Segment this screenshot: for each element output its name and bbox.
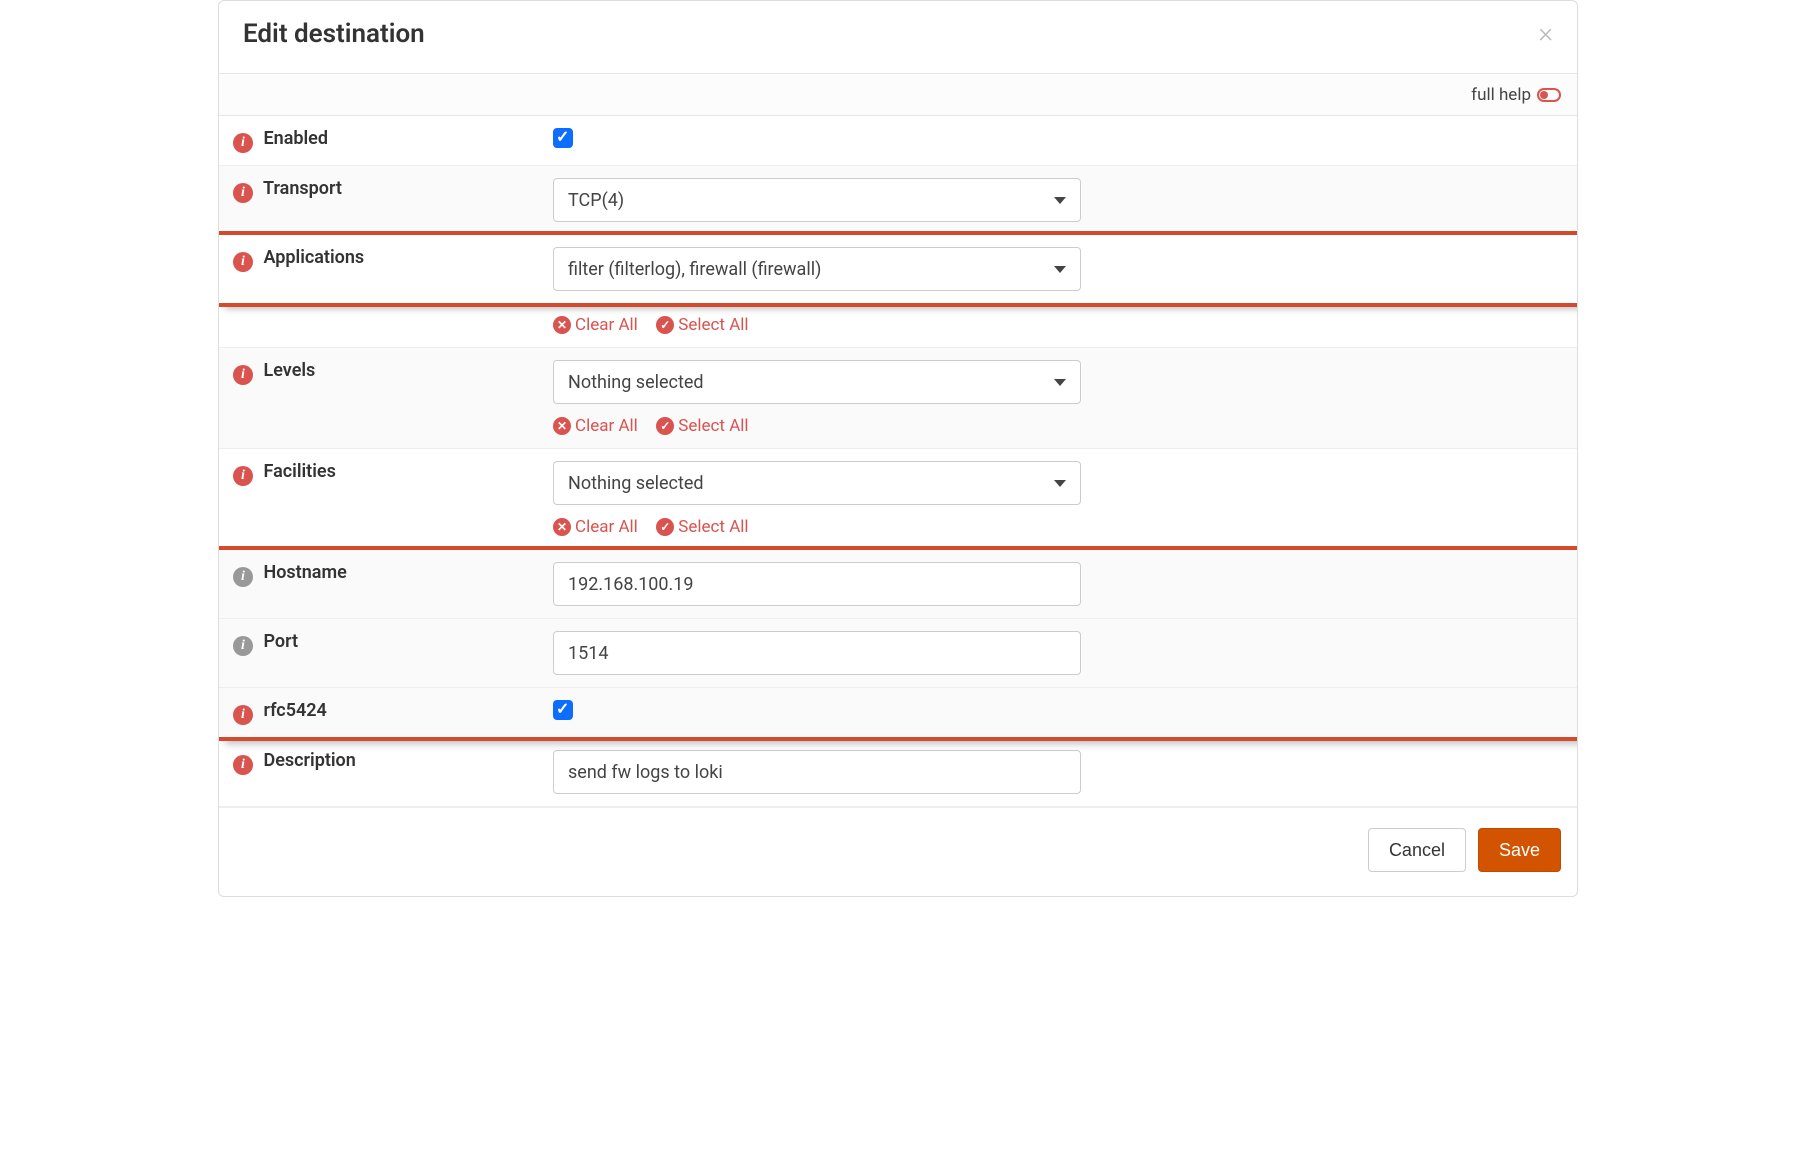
full-help-label: full help — [1471, 85, 1531, 105]
clear-icon: ✕ — [553, 518, 571, 536]
description-value: send fw logs to loki — [568, 762, 723, 783]
label-transport: Transport — [263, 178, 342, 199]
chevron-down-icon — [1054, 480, 1066, 487]
info-icon[interactable]: i — [233, 133, 253, 153]
transport-select[interactable]: TCP(4) — [553, 178, 1081, 222]
label-rfc5424: rfc5424 — [263, 700, 326, 721]
check-icon: ✓ — [656, 417, 674, 435]
save-button[interactable]: Save — [1478, 828, 1561, 872]
hostname-value: 192.168.100.19 — [568, 574, 694, 595]
row-transport: i Transport TCP(4) — [219, 166, 1577, 235]
label-description: Description — [263, 750, 355, 771]
chevron-down-icon — [1054, 379, 1066, 386]
port-input[interactable]: 1514 — [553, 631, 1081, 675]
applications-clear-all[interactable]: ✕ Clear All — [553, 315, 638, 335]
info-icon[interactable]: i — [233, 466, 253, 486]
form-table: i Enabled i Transport TCP(4) — [219, 116, 1577, 807]
rfc5424-checkbox[interactable] — [553, 700, 573, 720]
applications-value: filter (filterlog), firewall (firewall) — [568, 259, 821, 280]
cancel-button[interactable]: Cancel — [1368, 828, 1466, 872]
chevron-down-icon — [1054, 266, 1066, 273]
label-hostname: Hostname — [263, 562, 346, 583]
info-icon[interactable]: i — [233, 252, 253, 272]
close-icon[interactable]: × — [1538, 19, 1553, 47]
row-levels: i Levels Nothing selected ✕ Clear All ✓ … — [219, 348, 1577, 449]
row-applications: i Applications filter (filterlog), firew… — [219, 235, 1577, 348]
info-icon[interactable]: i — [233, 567, 253, 587]
help-bar: full help — [219, 73, 1577, 116]
clear-icon: ✕ — [553, 316, 571, 334]
facilities-select-all[interactable]: ✓ Select All — [656, 517, 748, 537]
label-applications: Applications — [263, 247, 364, 268]
info-icon[interactable]: i — [233, 755, 253, 775]
hostname-input[interactable]: 192.168.100.19 — [553, 562, 1081, 606]
edit-destination-modal: Edit destination × full help i Enabled i… — [218, 0, 1578, 897]
levels-clear-all[interactable]: ✕ Clear All — [553, 416, 638, 436]
transport-value: TCP(4) — [568, 190, 624, 211]
port-value: 1514 — [568, 643, 608, 664]
applications-select[interactable]: filter (filterlog), firewall (firewall) — [553, 247, 1081, 291]
label-port: Port — [263, 631, 298, 652]
description-input[interactable]: send fw logs to loki — [553, 750, 1081, 794]
applications-select-all[interactable]: ✓ Select All — [656, 315, 748, 335]
info-icon[interactable]: i — [233, 636, 253, 656]
clear-icon: ✕ — [553, 417, 571, 435]
check-icon: ✓ — [656, 518, 674, 536]
row-description: i Description send fw logs to loki — [219, 738, 1577, 807]
levels-value: Nothing selected — [568, 372, 704, 393]
label-enabled: Enabled — [263, 128, 328, 149]
label-levels: Levels — [263, 360, 315, 381]
label-facilities: Facilities — [263, 461, 335, 482]
chevron-down-icon — [1054, 197, 1066, 204]
enabled-checkbox[interactable] — [553, 128, 573, 148]
facilities-value: Nothing selected — [568, 473, 704, 494]
levels-select-all[interactable]: ✓ Select All — [656, 416, 748, 436]
row-facilities: i Facilities Nothing selected ✕ Clear Al… — [219, 449, 1577, 550]
row-host-port-rfc: i Hostname 192.168.100.19 i — [219, 550, 1577, 738]
facilities-clear-all[interactable]: ✕ Clear All — [553, 517, 638, 537]
check-icon: ✓ — [656, 316, 674, 334]
row-enabled: i Enabled — [219, 116, 1577, 166]
info-icon[interactable]: i — [233, 705, 253, 725]
facilities-select[interactable]: Nothing selected — [553, 461, 1081, 505]
modal-title: Edit destination — [243, 19, 425, 49]
full-help-toggle[interactable] — [1537, 88, 1561, 102]
info-icon[interactable]: i — [233, 183, 253, 203]
modal-footer: Cancel Save — [219, 807, 1577, 896]
levels-select[interactable]: Nothing selected — [553, 360, 1081, 404]
modal-header: Edit destination × — [219, 1, 1577, 73]
info-icon[interactable]: i — [233, 365, 253, 385]
